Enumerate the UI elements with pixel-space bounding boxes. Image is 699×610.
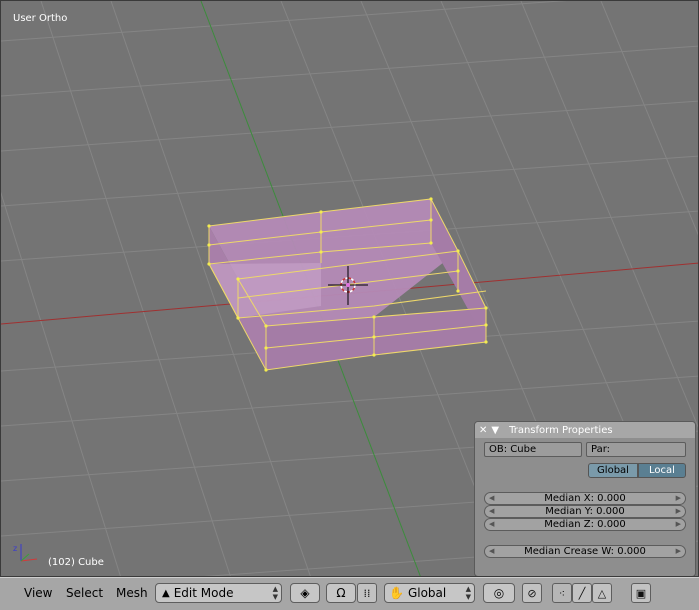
median-crease-field[interactable]: ◀ Median Crease W: 0.000 ▶ <box>484 545 686 558</box>
object-name-field[interactable]: OB: Cube <box>484 442 582 457</box>
axis-gizmo-icon: z <box>13 544 38 562</box>
decrement-icon[interactable]: ◀ <box>489 547 494 555</box>
pivot-icon: Ω <box>336 586 346 600</box>
decrement-icon[interactable]: ◀ <box>489 520 494 528</box>
manipulator-icon[interactable]: ⁞⁞ <box>357 583 377 603</box>
increment-icon[interactable]: ▶ <box>676 547 681 555</box>
vertex-select-icon[interactable]: ⁖ <box>552 583 572 603</box>
decrement-icon[interactable]: ◀ <box>489 507 494 515</box>
increment-icon[interactable]: ▶ <box>676 494 681 502</box>
increment-icon[interactable]: ▶ <box>676 520 681 528</box>
draw-type-select[interactable]: ◈ <box>290 583 320 603</box>
proportional-select[interactable]: ◎ <box>483 583 515 603</box>
proportional-icon: ◎ <box>493 586 505 600</box>
orientation-select[interactable]: ✋ Global ▲ ▼ <box>384 583 475 603</box>
object-info-label: (102) Cube <box>48 557 104 568</box>
pivot-select[interactable]: Ω <box>326 583 356 603</box>
dropdown-arrows-icon: ▲ ▼ <box>272 585 278 601</box>
menu-view[interactable]: View <box>24 586 52 600</box>
render-icon[interactable]: ▣ <box>631 583 651 603</box>
increment-icon[interactable]: ▶ <box>676 507 681 515</box>
3d-viewport[interactable]: z User Ortho (102) Cube ✕ ▼ Transform Pr… <box>0 0 699 577</box>
parent-field[interactable]: Par: <box>586 442 686 457</box>
global-toggle[interactable]: Global <box>588 463 638 478</box>
svg-text:z: z <box>13 544 17 553</box>
snap-icon[interactable]: ⊘ <box>522 583 542 603</box>
panel-header[interactable]: ✕ ▼ Transform Properties <box>475 422 695 438</box>
local-toggle[interactable]: Local <box>638 463 686 478</box>
hand-icon: ✋ <box>389 586 404 600</box>
menu-mesh[interactable]: Mesh <box>116 586 148 600</box>
view-name-label: User Ortho <box>13 13 68 24</box>
3d-view-header: View Select Mesh ▲ Edit Mode ▲ ▼ ◈ Ω ⁞⁞ ✋… <box>0 577 699 610</box>
transform-properties-panel[interactable]: ✕ ▼ Transform Properties OB: Cube Par: G… <box>474 421 696 576</box>
median-y-field[interactable]: ◀ Median Y: 0.000 ▶ <box>484 505 686 518</box>
collapse-icon[interactable]: ▼ <box>491 425 499 436</box>
mode-icon: ▲ <box>162 587 170 599</box>
menu-select[interactable]: Select <box>66 586 103 600</box>
draw-type-icon: ◈ <box>300 586 310 600</box>
median-x-field[interactable]: ◀ Median X: 0.000 ▶ <box>484 492 686 505</box>
face-select-icon[interactable]: △ <box>592 583 612 603</box>
mode-select[interactable]: ▲ Edit Mode ▲ ▼ <box>155 583 282 603</box>
median-z-field[interactable]: ◀ Median Z: 0.000 ▶ <box>484 518 686 531</box>
close-icon[interactable]: ✕ <box>479 425 487 436</box>
decrement-icon[interactable]: ◀ <box>489 494 494 502</box>
panel-title: Transform Properties <box>509 424 613 436</box>
edge-select-icon[interactable]: ╱ <box>572 583 592 603</box>
dropdown-arrows-icon: ▲ ▼ <box>465 585 471 601</box>
